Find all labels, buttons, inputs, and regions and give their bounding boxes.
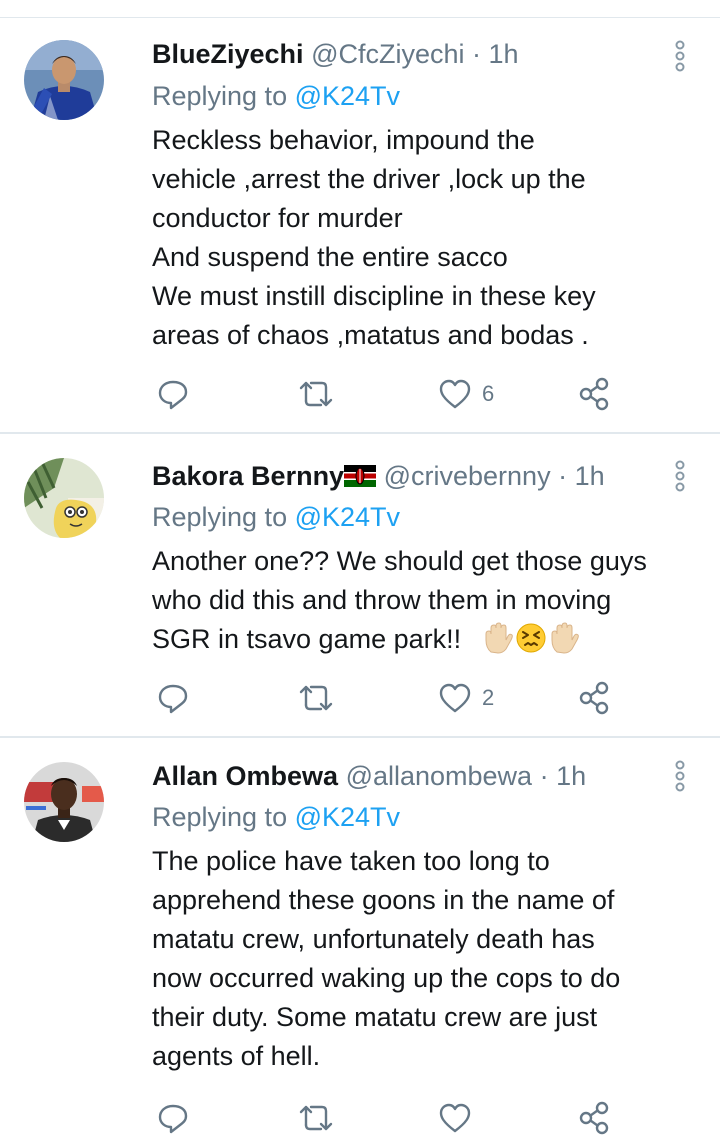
like-count: 2 <box>482 685 495 710</box>
like-button[interactable]: 6 <box>438 374 494 414</box>
more-options-icon[interactable] <box>666 38 694 74</box>
timestamp[interactable]: 1h <box>575 461 605 491</box>
separator-dot: · <box>550 461 575 491</box>
mention-link[interactable]: @K24Tv <box>295 81 400 111</box>
mention-link[interactable]: @K24Tv <box>295 802 400 832</box>
text-line: who did this and throw them in moving <box>152 585 612 615</box>
more-options-icon[interactable] <box>666 458 694 494</box>
raised-hand-icon <box>483 622 513 665</box>
replying-to: Replying to @K24Tv <box>152 501 400 533</box>
tweet-2[interactable]: Bakora Bernny @crivebernny · 1h Replying… <box>0 434 720 736</box>
like-icon <box>439 1103 471 1133</box>
text-line: vehicle ,arrest the driver ,lock up the <box>152 164 586 194</box>
tweet-header: BlueZiyechi @CfcZiyechi · 1h <box>152 38 519 70</box>
kenya-flag-icon <box>344 462 377 494</box>
author-handle[interactable]: @allanombewa <box>346 761 533 791</box>
tweet-1[interactable]: BlueZiyechi @CfcZiyechi · 1h Replying to… <box>0 0 720 433</box>
share-button[interactable] <box>578 374 612 414</box>
persevering-face-icon <box>515 622 547 665</box>
reply-button[interactable] <box>156 374 190 414</box>
like-count: 6 <box>482 381 495 406</box>
avatar[interactable] <box>24 40 104 120</box>
author-name[interactable]: Allan Ombewa <box>152 761 338 791</box>
timestamp[interactable]: 1h <box>556 761 586 791</box>
tweet-text: Reckless behavior, impound the vehicle ,… <box>152 121 692 355</box>
text-line: their duty. Some matatu crew are just <box>152 1002 598 1032</box>
replying-prefix: Replying to <box>152 81 295 111</box>
share-button[interactable] <box>578 678 612 718</box>
share-button[interactable] <box>578 1098 612 1138</box>
tweet-header: Allan Ombewa @allanombewa · 1h <box>152 760 586 792</box>
text-line: We must instill discipline in these key <box>152 281 596 311</box>
mention-link[interactable]: @K24Tv <box>295 502 400 532</box>
tweet-text: Another one?? We should get those guys w… <box>152 542 692 665</box>
more-options-icon[interactable] <box>666 758 694 794</box>
share-icon <box>579 377 609 411</box>
avatar[interactable] <box>24 762 104 842</box>
retweet-icon <box>299 381 333 407</box>
like-button[interactable]: 2 <box>438 678 494 718</box>
author-name[interactable]: Bakora Bernny <box>152 461 344 491</box>
replying-to: Replying to @K24Tv <box>152 801 400 833</box>
retweet-button[interactable] <box>298 374 334 414</box>
reply-button[interactable] <box>156 678 190 718</box>
text-line: apprehend these goons in the name of <box>152 885 615 915</box>
reply-button[interactable] <box>156 1098 190 1138</box>
retweet-icon <box>299 1105 333 1131</box>
reply-icon <box>158 684 188 714</box>
text-line: SGR in tsavo game park!! <box>152 624 462 654</box>
replying-prefix: Replying to <box>152 502 295 532</box>
author-handle[interactable]: @CfcZiyechi <box>311 39 464 69</box>
text-line: areas of chaos ,matatus and bodas . <box>152 320 589 350</box>
avatar[interactable] <box>24 458 104 538</box>
author-name[interactable]: BlueZiyechi <box>152 39 304 69</box>
text-line: conductor for murder <box>152 203 403 233</box>
text-line: And suspend the entire sacco <box>152 242 508 272</box>
text-line: agents of hell. <box>152 1041 321 1071</box>
replying-to: Replying to @K24Tv <box>152 80 400 112</box>
author-handle[interactable]: @crivebernny <box>384 461 551 491</box>
retweet-icon <box>299 685 333 711</box>
text-line: Reckless behavior, impound the <box>152 125 535 155</box>
text-line: Another one?? We should get those guys <box>152 546 647 576</box>
share-icon <box>579 681 609 715</box>
tweet-header: Bakora Bernny @crivebernny · 1h <box>152 460 605 494</box>
tweet-text: The police have taken too long to appreh… <box>152 842 692 1076</box>
share-icon <box>579 1101 609 1135</box>
raised-hand-icon <box>549 622 579 665</box>
retweet-button[interactable] <box>298 678 334 718</box>
separator-dot: · <box>464 39 489 69</box>
text-line: matatu crew, unfortunately death has <box>152 924 595 954</box>
separator-dot: · <box>532 761 557 791</box>
like-button[interactable] <box>438 1098 482 1138</box>
text-line: now occurred waking up the cops to do <box>152 963 621 993</box>
tweet-3[interactable]: Allan Ombewa @allanombewa · 1h Replying … <box>0 738 720 1135</box>
text-line: The police have taken too long to <box>152 846 550 876</box>
timestamp[interactable]: 1h <box>489 39 519 69</box>
like-icon <box>439 379 471 409</box>
text-line-with-emoji: SGR in tsavo game park!! <box>152 620 692 665</box>
reply-icon <box>158 380 188 410</box>
retweet-button[interactable] <box>298 1098 334 1138</box>
reply-icon <box>158 1104 188 1134</box>
like-icon <box>439 683 471 713</box>
replying-prefix: Replying to <box>152 802 295 832</box>
